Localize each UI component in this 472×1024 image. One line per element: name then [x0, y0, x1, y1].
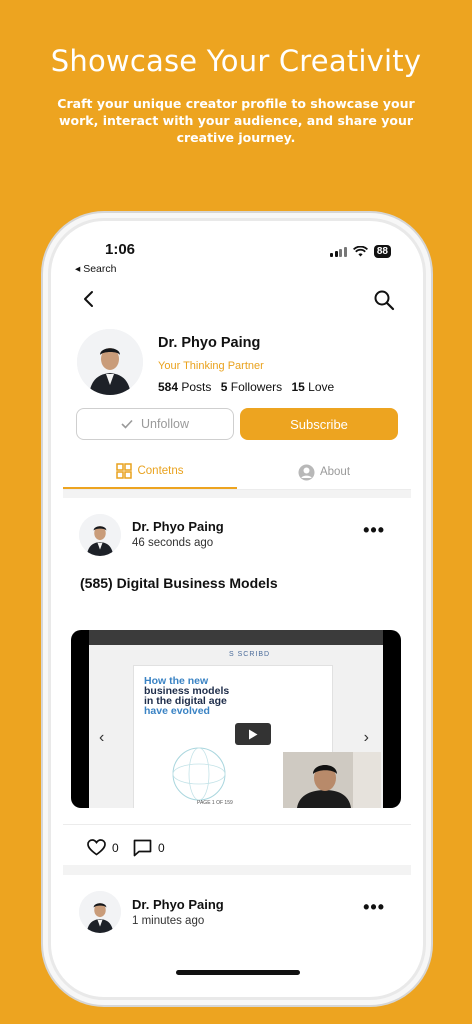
play-icon: [249, 729, 258, 739]
section-separator: [63, 490, 411, 498]
posts-label: Posts: [181, 380, 212, 394]
profile-tagline: Your Thinking Partner: [158, 360, 264, 372]
globe-graphic-icon: [172, 747, 226, 801]
grid-icon: [116, 463, 133, 479]
followers-label: Followers: [230, 380, 283, 394]
status-back-link[interactable]: ◂ Search: [75, 263, 116, 275]
post-timestamp: 46 seconds ago: [132, 537, 214, 549]
slide-next-icon[interactable]: ›: [364, 729, 369, 747]
hero-title: Showcase Your Creativity: [50, 44, 422, 78]
phone-volume-up: [41, 368, 45, 410]
tab-contents[interactable]: Contetns: [63, 455, 237, 489]
post-author-name[interactable]: Dr. Phyo Paing: [132, 519, 224, 534]
status-time: 1:06: [105, 241, 136, 258]
tab-about-label: About: [319, 466, 351, 478]
unfollow-button[interactable]: Unfollow: [76, 408, 234, 440]
slide-prev-icon[interactable]: ‹: [99, 729, 104, 747]
like-action[interactable]: 0: [87, 839, 119, 856]
slide-heading-line-4: have evolved: [144, 705, 210, 717]
scribd-logo: S SCRIBD: [229, 651, 271, 658]
status-icons: 88: [330, 245, 391, 258]
video-divider: [63, 824, 411, 825]
post-author-avatar[interactable]: [79, 514, 121, 556]
app-screen: 1:06 ◂ Search 88 Dr. Phyo Paing Your Thi…: [63, 233, 411, 985]
cellular-signal-icon: [330, 246, 347, 257]
post-separator: [63, 865, 411, 875]
subscribe-label: Subscribe: [290, 416, 348, 432]
battery-indicator: 88: [373, 245, 391, 258]
post-more-icon[interactable]: •••: [363, 520, 385, 541]
comment-action[interactable]: 0: [133, 839, 165, 857]
slide-page-indicator: PAGE 1 OF 159: [197, 800, 233, 806]
hero-subtitle: Craft your unique creator profile to sho…: [57, 96, 415, 145]
unfollow-label: Unfollow: [141, 417, 189, 431]
post-more-icon[interactable]: •••: [363, 897, 385, 918]
post-title[interactable]: (585) Digital Business Models: [80, 575, 278, 591]
profile-stats: 584 Posts 5 Followers 15 Love: [158, 380, 334, 394]
back-arrow-icon[interactable]: [79, 289, 99, 309]
profile-name: Dr. Phyo Paing: [158, 335, 261, 351]
video-browser-bar: [89, 630, 383, 645]
posts-count: 584: [158, 380, 179, 394]
user-circle-icon: [298, 464, 315, 480]
love-label: Love: [308, 380, 335, 394]
wifi-icon: [352, 246, 368, 257]
comment-count: 0: [158, 841, 165, 855]
comment-icon: [133, 839, 152, 857]
check-icon: [121, 419, 133, 429]
tab-contents-label: Contetns: [137, 465, 184, 477]
webcam-overlay: [283, 752, 381, 808]
post-author-avatar[interactable]: [79, 891, 121, 933]
phone-silent-switch: [41, 300, 45, 322]
love-count: 15: [291, 380, 305, 394]
profile-avatar[interactable]: [77, 329, 143, 395]
like-count: 0: [112, 840, 119, 855]
presenter-silhouette-icon: [283, 752, 381, 808]
post-timestamp: 1 minutes ago: [132, 915, 205, 927]
person-silhouette-icon: [77, 329, 143, 395]
search-icon[interactable]: [373, 289, 395, 311]
subscribe-button[interactable]: Subscribe: [240, 408, 398, 440]
post-author-name[interactable]: Dr. Phyo Paing: [132, 897, 224, 912]
home-indicator: [176, 970, 300, 975]
person-silhouette-icon: [79, 514, 121, 556]
followers-count: 5: [220, 380, 228, 394]
post-video-player[interactable]: S SCRIBD How the new business models in …: [71, 630, 401, 808]
video-play-button[interactable]: [235, 723, 271, 745]
phone-frame: 1:06 ◂ Search 88 Dr. Phyo Paing Your Thi…: [48, 218, 426, 1000]
tab-about[interactable]: About: [237, 455, 411, 489]
heart-icon: [87, 839, 106, 856]
person-silhouette-icon: [79, 891, 121, 933]
phone-power-button: [428, 386, 432, 452]
phone-volume-down: [41, 422, 45, 464]
